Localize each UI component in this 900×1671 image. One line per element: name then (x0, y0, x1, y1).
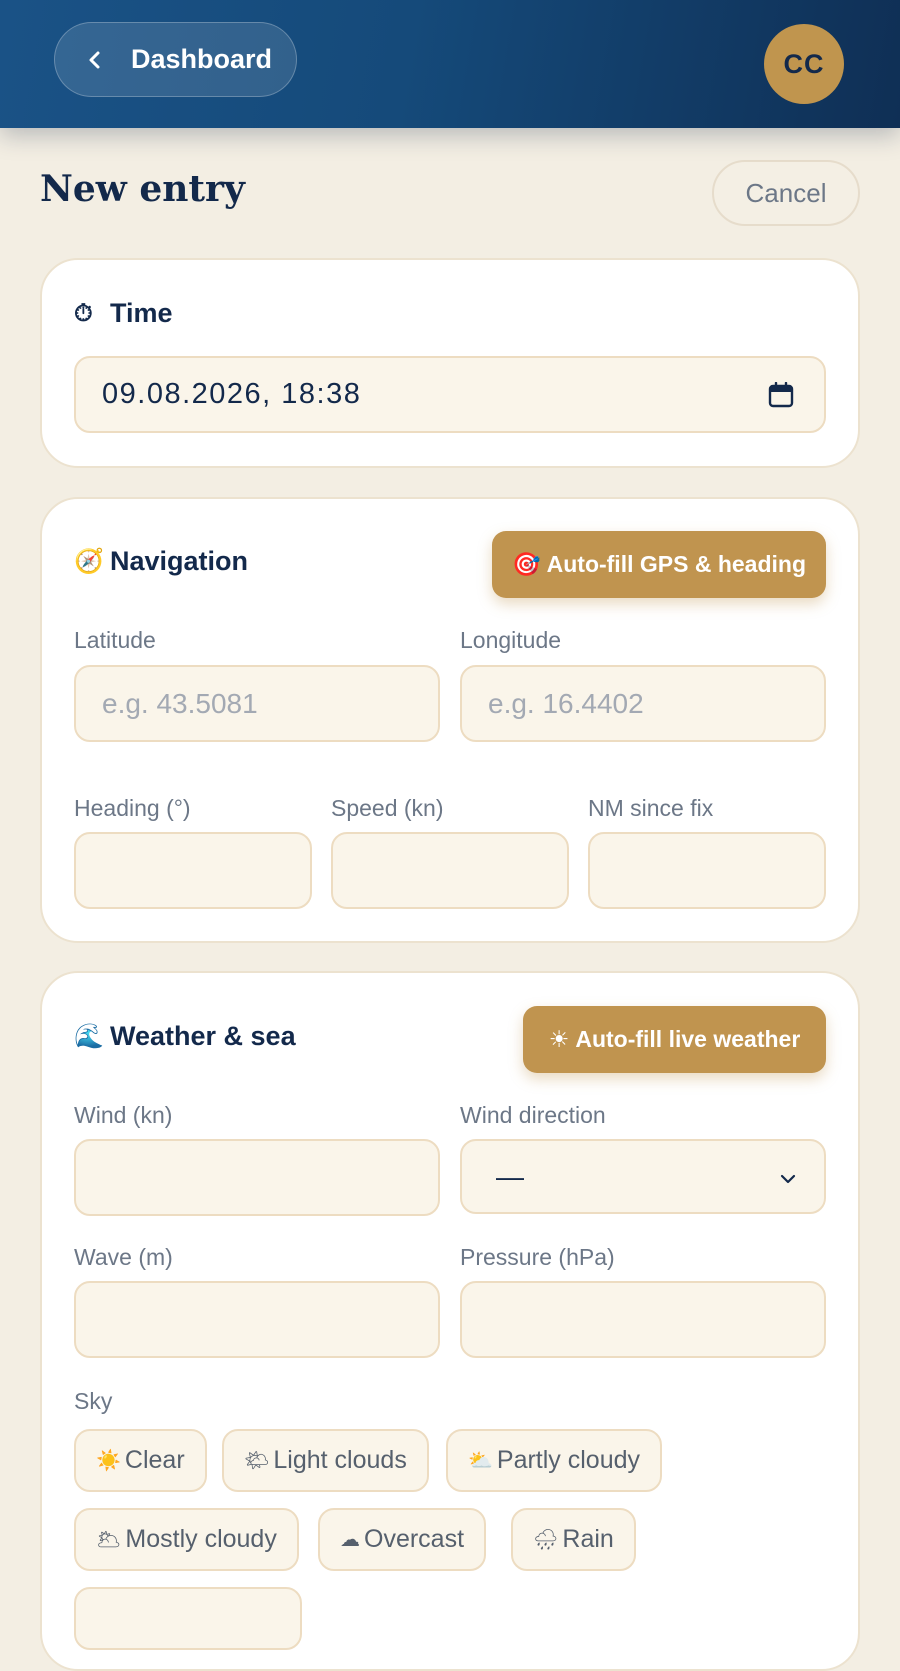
rain-cloud-icon: 🌧 (533, 1529, 559, 1551)
heading-input[interactable] (74, 832, 312, 909)
wind-direction-label: Wind direction (460, 1102, 606, 1128)
time-title-text: Time (110, 298, 173, 328)
chevron-down-icon (780, 1174, 796, 1184)
sky-label: Sky (74, 1388, 113, 1414)
time-card: ⏱ Time 09.08.2026, 18:38 (40, 258, 860, 468)
wave-input[interactable] (74, 1281, 440, 1358)
latitude-placeholder: e.g. 43.5081 (102, 687, 258, 719)
navigation-card: 🧭 Navigation 🎯 Auto-fill GPS & heading L… (40, 497, 860, 943)
sun-behind-cloud-icon: ⛅ (468, 1450, 493, 1472)
sky-chip-label: Mostly cloudy (125, 1525, 277, 1553)
sun-icon: ☀ (548, 1026, 570, 1052)
wind-direction-select[interactable]: — (460, 1139, 826, 1214)
wind-direction-value: — (496, 1160, 524, 1192)
chevron-left-icon (85, 50, 131, 70)
back-to-dashboard-button[interactable]: Dashboard (54, 22, 297, 97)
sky-chip-mostly-cloudy[interactable]: 🌥 Mostly cloudy (74, 1508, 299, 1571)
sky-chip-light-clouds[interactable]: 🌤 Light clouds (222, 1429, 429, 1492)
cancel-button[interactable]: Cancel (712, 160, 860, 226)
autofill-weather-button[interactable]: ☀ Auto-fill live weather (523, 1006, 826, 1073)
sky-chip-clear[interactable]: ☀️ Clear (74, 1429, 207, 1492)
nm-since-fix-label: NM since fix (588, 795, 714, 821)
sky-chip-label: Overcast (364, 1525, 465, 1553)
wave-icon: 🌊 (74, 1023, 104, 1050)
longitude-input[interactable]: e.g. 16.4402 (460, 665, 826, 742)
longitude-placeholder: e.g. 16.4402 (488, 687, 644, 719)
cloud-icon: ☁ (340, 1529, 360, 1551)
sky-chip-partly-cloudy[interactable]: ⛅ Partly cloudy (446, 1429, 663, 1492)
sky-chip-overcast[interactable]: ☁ Overcast (318, 1508, 487, 1571)
sky-chip-label: Light clouds (273, 1446, 407, 1474)
datetime-value: 09.08.2026, 18:38 (102, 378, 362, 410)
datetime-input[interactable]: 09.08.2026, 18:38 (74, 356, 826, 433)
nm-since-fix-input[interactable] (588, 832, 826, 909)
sun-behind-small-cloud-icon: 🌤 (244, 1450, 270, 1472)
navigation-card-title: 🧭 Navigation (74, 546, 248, 577)
sky-chip-rain[interactable]: 🌧 Rain (511, 1508, 636, 1571)
sun-behind-large-cloud-icon: 🌥 (96, 1529, 122, 1551)
compass-icon: 🧭 (74, 548, 104, 575)
autofill-gps-button[interactable]: 🎯 Auto-fill GPS & heading (492, 531, 826, 598)
weather-card-title: 🌊 Weather & sea (74, 1021, 296, 1052)
calendar-icon[interactable] (768, 382, 794, 408)
time-card-title: ⏱ Time (74, 298, 173, 329)
autofill-weather-label: Auto-fill live weather (575, 1026, 801, 1052)
navigation-title-text: Navigation (110, 546, 249, 576)
pressure-label: Pressure (hPa) (460, 1244, 615, 1270)
weather-title-text: Weather & sea (110, 1021, 296, 1051)
wind-label: Wind (kn) (74, 1102, 173, 1128)
sky-chip-label: Clear (124, 1446, 185, 1474)
sky-chip-label: Partly cloudy (496, 1446, 641, 1474)
back-button-label: Dashboard (131, 44, 273, 74)
user-avatar[interactable]: CC (764, 24, 844, 104)
wind-input[interactable] (74, 1139, 440, 1216)
top-bar: Dashboard CC (0, 0, 900, 128)
wave-label: Wave (m) (74, 1244, 173, 1270)
sky-chip-label: Rain (562, 1525, 614, 1553)
page-title: New entry (40, 168, 245, 210)
longitude-label: Longitude (460, 627, 562, 653)
stopwatch-icon: ⏱ (74, 299, 93, 327)
pressure-input[interactable] (460, 1281, 826, 1358)
heading-label: Heading (°) (74, 795, 191, 821)
target-icon: 🎯 (511, 551, 541, 577)
sun-icon: ☀️ (96, 1450, 121, 1472)
latitude-input[interactable]: e.g. 43.5081 (74, 665, 440, 742)
sky-chip-partial[interactable] (74, 1587, 302, 1650)
autofill-gps-label: Auto-fill GPS & heading (546, 551, 807, 577)
latitude-label: Latitude (74, 627, 156, 653)
speed-input[interactable] (331, 832, 569, 909)
speed-label: Speed (kn) (331, 795, 444, 821)
weather-card: 🌊 Weather & sea ☀ Auto-fill live weather… (40, 971, 860, 1671)
